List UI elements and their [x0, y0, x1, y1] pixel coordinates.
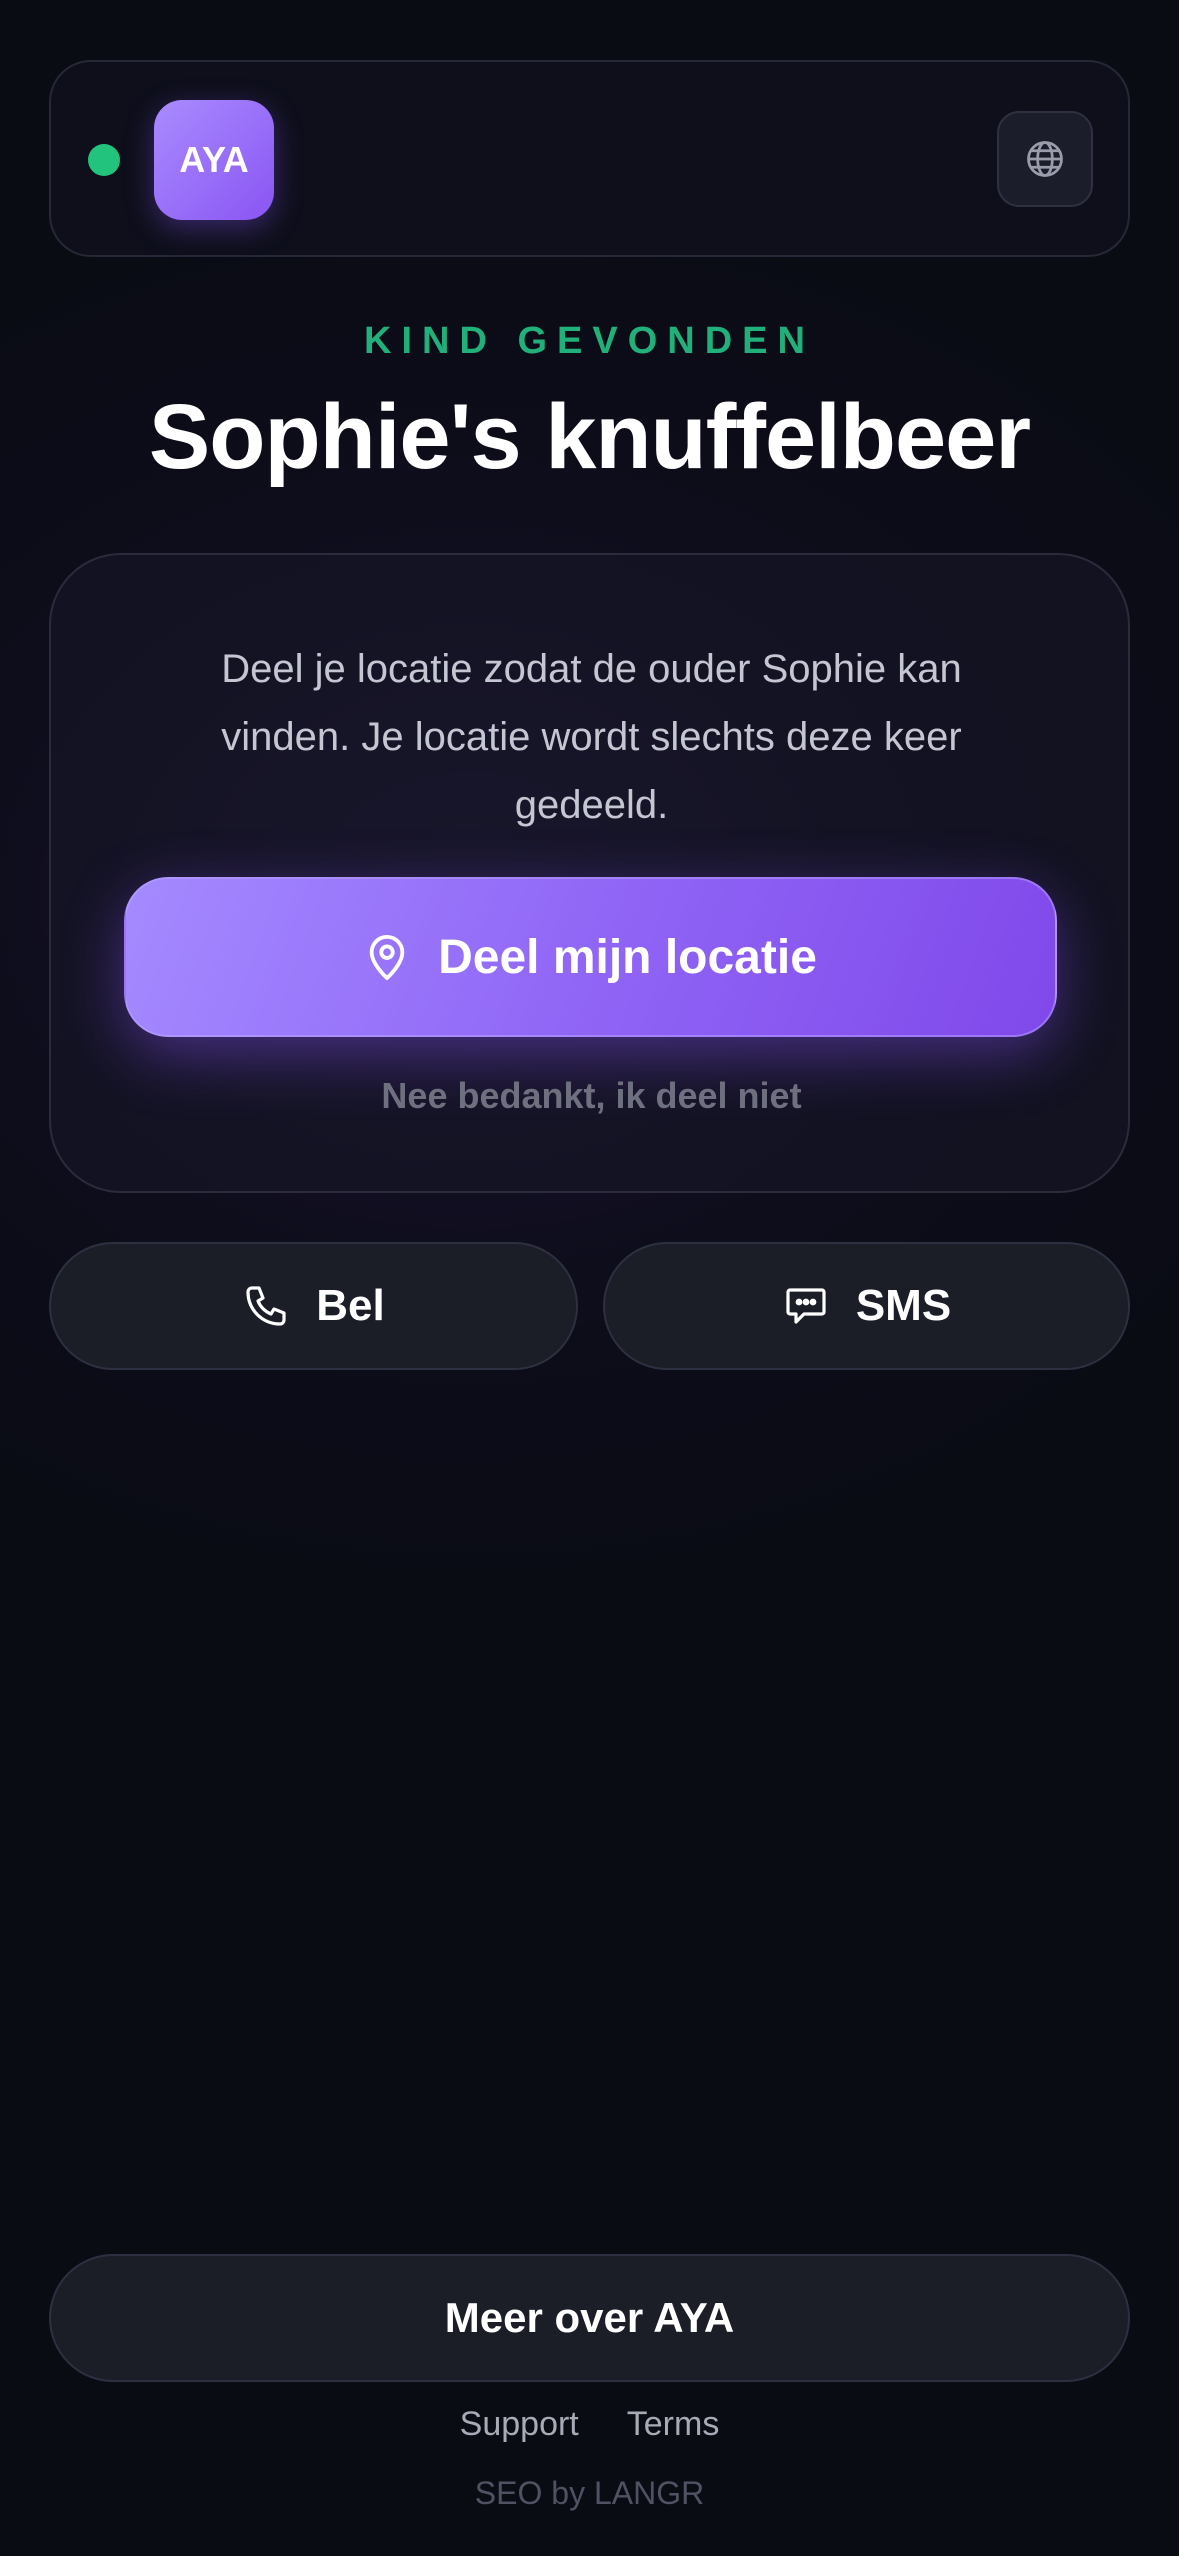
seo-credit: SEO by LANGR: [474, 2475, 705, 2511]
aya-logo: AYA: [154, 100, 274, 220]
status-indicator: [88, 144, 120, 176]
sms-button[interactable]: SMS: [603, 1242, 1130, 1370]
share-location-card: Deel je locatie zodat de ouder Sophie ka…: [49, 553, 1130, 1193]
location-pin-icon: [364, 931, 410, 983]
terms-link[interactable]: Terms: [627, 2405, 720, 2444]
more-about-label: Meer over AYA: [444, 2294, 735, 2341]
share-location-label: Deel mijn locatie: [438, 930, 817, 984]
share-location-button[interactable]: Deel mijn locatie: [124, 877, 1057, 1037]
sms-label: SMS: [855, 1281, 952, 1330]
logo-text: AYA: [179, 139, 249, 180]
phone-icon: [242, 1282, 290, 1330]
globe-icon: [1023, 137, 1067, 181]
call-button[interactable]: Bel: [49, 1242, 578, 1370]
support-link[interactable]: Support: [460, 2405, 579, 2444]
status-eyebrow: KIND GEVONDEN: [364, 320, 815, 362]
chat-bubble-icon: [782, 1282, 830, 1330]
footer-links: Support Terms: [0, 2405, 1179, 2444]
more-about-button[interactable]: Meer over AYA: [49, 2254, 1130, 2382]
share-message: Deel je locatie zodat de ouder Sophie ka…: [221, 647, 962, 827]
call-label: Bel: [316, 1281, 385, 1330]
decline-link[interactable]: Nee bedankt, ik deel niet: [51, 1075, 1132, 1117]
page-title: Sophie's knuffelbeer: [148, 386, 1031, 488]
top-bar: AYA: [49, 60, 1130, 257]
language-button[interactable]: [997, 111, 1093, 207]
